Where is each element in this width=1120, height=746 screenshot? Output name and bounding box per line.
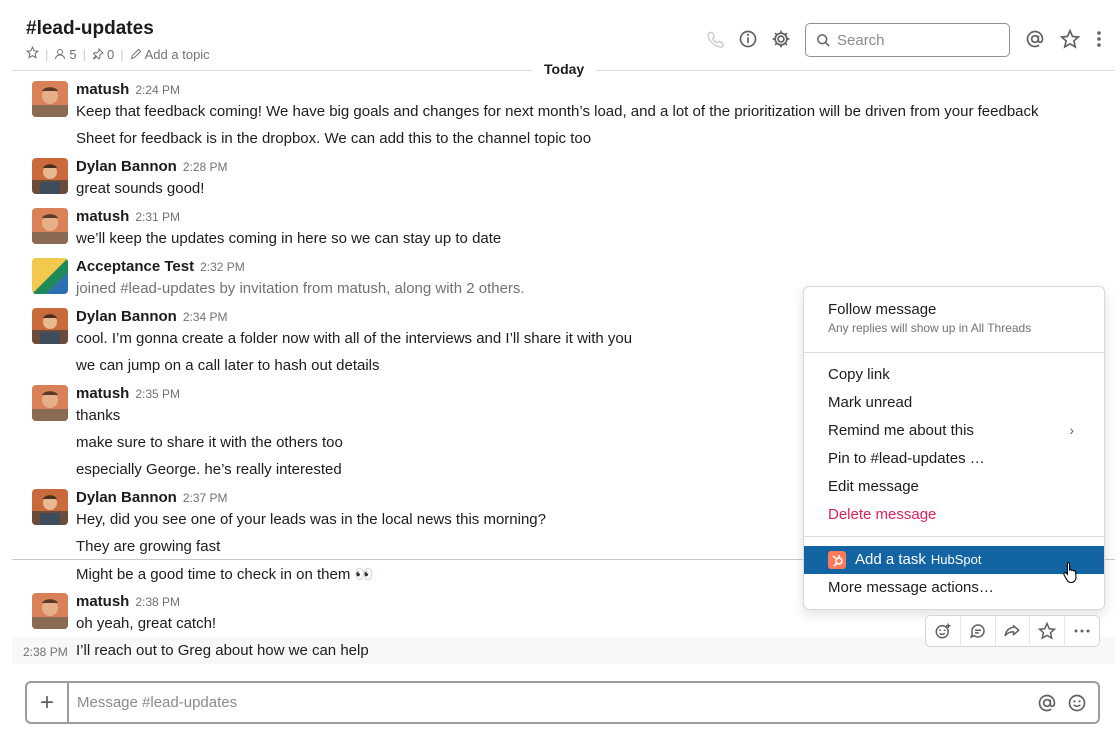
message-text: make sure to share it with the others to… [76, 434, 343, 451]
message-text: oh yeah, great catch! [76, 615, 217, 632]
message-sender: Dylan Bannon 2:37 PM [76, 489, 228, 506]
menu-delete-message[interactable]: Delete message [804, 506, 1104, 523]
menu-copy-link[interactable]: Copy link [804, 366, 1104, 383]
menu-more-actions[interactable]: More message actions… [804, 579, 1104, 596]
avatar-matush[interactable] [32, 208, 68, 244]
more-vertical-icon[interactable] [1086, 26, 1112, 52]
message-text: we’ll keep the updates coming in here so… [76, 230, 502, 247]
channel-meta: | 5 | 0 | Add a topic [25, 45, 210, 62]
message-context-menu: Follow message Any replies will show up … [803, 286, 1105, 610]
message-time[interactable]: 2:38 PM [23, 645, 68, 659]
channel-title[interactable]: #lead-updates [26, 18, 154, 40]
search-icon [817, 33, 830, 47]
more-horizontal-icon[interactable] [1065, 616, 1099, 646]
message-time[interactable]: 2:38 PM [135, 595, 180, 609]
message-text: I’ll reach out to Greg about how we can … [76, 642, 369, 659]
message-sender: matush 2:24 PM [76, 81, 181, 98]
message-sender: matush 2:31 PM [76, 208, 181, 225]
member-icon [55, 49, 66, 60]
message-text: Might be a good time to check in on them… [76, 566, 374, 583]
avatar-matush[interactable] [32, 385, 68, 421]
hubspot-icon [828, 551, 846, 569]
start-thread-icon[interactable] [961, 616, 996, 646]
info-icon[interactable] [735, 26, 761, 52]
menu-follow-message[interactable]: Follow message Any replies will show up … [804, 301, 1104, 335]
message-text: Keep that feedback coming! We have big g… [76, 103, 1039, 120]
day-label: Today [532, 61, 597, 77]
message-composer: + [25, 681, 1100, 724]
pin-icon [92, 48, 104, 60]
message-text: great sounds good! [76, 180, 205, 197]
message-time[interactable]: 2:24 PM [135, 83, 180, 97]
search-input[interactable] [837, 31, 997, 49]
menu-follow-subtext: Any replies will show up in All Threads [828, 321, 1032, 335]
star-icon[interactable] [25, 45, 40, 62]
menu-hubspot-label: HubSpot [930, 552, 982, 567]
pencil-icon [130, 48, 141, 60]
attach-button[interactable]: + [27, 683, 69, 722]
hand-cursor-icon [1063, 561, 1081, 588]
message-time[interactable]: 2:32 PM [200, 260, 245, 274]
avatar-acceptance-test[interactable] [32, 258, 68, 294]
message-text: Hey, did you see one of your leads was i… [76, 511, 546, 528]
avatar-dylan[interactable] [32, 308, 68, 344]
message-time[interactable]: 2:37 PM [183, 491, 228, 505]
message-sender: Acceptance Test 2:32 PM [76, 258, 245, 275]
message-time[interactable]: 2:34 PM [183, 310, 228, 324]
message-text: thanks [76, 407, 121, 424]
star-message-icon[interactable] [1030, 616, 1066, 646]
message-text: we can jump on a call later to hash out … [76, 357, 380, 374]
menu-separator [804, 536, 1104, 537]
emoji-icon[interactable] [1062, 688, 1092, 718]
message-text: They are growing fast [76, 538, 221, 555]
message-sender: matush 2:38 PM [76, 593, 181, 610]
mentions-icon[interactable] [1022, 26, 1048, 52]
message-time[interactable]: 2:31 PM [135, 210, 180, 224]
message-sender: Dylan Bannon 2:28 PM [76, 158, 228, 175]
menu-remind[interactable]: Remind me about this [804, 422, 1104, 439]
add-topic-link[interactable]: Add a topic [130, 47, 210, 62]
add-reaction-icon[interactable] [926, 616, 961, 646]
starred-icon[interactable] [1057, 26, 1083, 52]
menu-separator [804, 352, 1104, 353]
share-icon[interactable] [996, 616, 1031, 646]
search-box[interactable] [805, 23, 1010, 57]
menu-mark-unread[interactable]: Mark unread [804, 394, 1104, 411]
members-count[interactable]: 5 [54, 47, 77, 62]
message-time[interactable]: 2:35 PM [135, 387, 180, 401]
avatar-matush[interactable] [32, 593, 68, 629]
pins-count[interactable]: 0 [92, 47, 114, 62]
gear-icon[interactable] [768, 26, 794, 52]
mention-icon[interactable] [1032, 688, 1062, 718]
message-sender: matush 2:35 PM [76, 385, 181, 402]
avatar-dylan[interactable] [32, 158, 68, 194]
phone-icon[interactable] [702, 26, 728, 52]
message-input[interactable] [69, 694, 1032, 711]
message-actions-bar [925, 615, 1100, 647]
menu-add-task-hubspot[interactable]: Add a task HubSpot [804, 546, 1104, 574]
system-message: joined #lead-updates by invitation from … [76, 280, 525, 297]
menu-pin[interactable]: Pin to #lead-updates … [804, 450, 1104, 467]
chevron-right-icon: › [1069, 422, 1074, 438]
message-time[interactable]: 2:28 PM [183, 160, 228, 174]
message-sender: Dylan Bannon 2:34 PM [76, 308, 228, 325]
channel-header: #lead-updates | 5 | 0 | Add a topic [0, 0, 1120, 70]
message-text: Sheet for feedback is in the dropbox. We… [76, 130, 592, 147]
avatar-matush[interactable] [32, 81, 68, 117]
menu-edit-message[interactable]: Edit message [804, 478, 1104, 495]
message-text: especially George. he’s really intereste… [76, 461, 342, 478]
avatar-dylan[interactable] [32, 489, 68, 525]
message-text: cool. I’m gonna create a folder now with… [76, 330, 633, 347]
